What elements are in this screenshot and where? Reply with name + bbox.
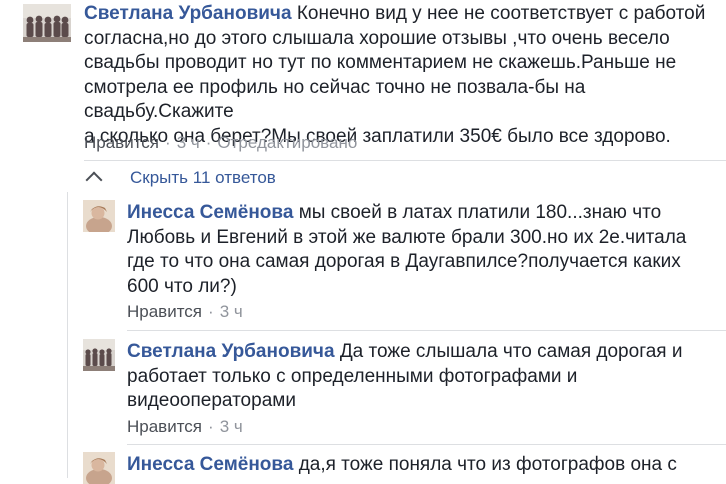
avatar-photo <box>83 452 115 484</box>
avatar[interactable] <box>83 200 115 232</box>
comment-meta: Нравится · 3 ч · Отредактировано <box>84 133 357 153</box>
reply-line: да,я тоже поняла что из фотографов она с <box>298 454 677 475</box>
avatar[interactable] <box>23 4 71 42</box>
comment-line: смотрела ее профиль но сейчас точно не п… <box>84 76 586 123</box>
avatar-photo <box>83 200 115 232</box>
divider <box>127 330 726 331</box>
comment-author[interactable]: Светлана Урбановича <box>84 3 292 24</box>
hide-replies-label: Скрыть 11 ответов <box>130 168 276 187</box>
separator-dot: · <box>165 133 171 152</box>
reply-thread-line <box>67 192 68 478</box>
reply-text: Светлана Урбановича Да тоже слышала что … <box>127 340 722 414</box>
comment-line: свадьбы проводит но тут по комментарием … <box>84 52 677 73</box>
reply-text: Инесса Семёнова мы своей в латах платили… <box>127 201 722 299</box>
avatar-photo <box>23 4 71 42</box>
avatar-photo <box>83 339 115 371</box>
reply-line: мы своей в латах платили 180...знаю что <box>298 202 662 223</box>
hide-replies-button[interactable]: Скрыть 11 ответов <box>85 168 276 190</box>
comment-line: Конечно вид у нее не соответствует с раб… <box>296 3 706 24</box>
reply-line: Да тоже слышала что самая дорогая и <box>339 341 683 362</box>
reply-line: 600 что ли?) <box>127 275 237 297</box>
avatar[interactable] <box>83 339 115 371</box>
reply-meta: Нравится · 3 ч <box>127 417 243 437</box>
reply-line: работает только с определенными фотограф… <box>127 365 578 387</box>
reply-author[interactable]: Инесса Семёнова <box>127 202 293 223</box>
timestamp-link[interactable]: 3 ч <box>177 133 200 152</box>
reply-line: видеооператорами <box>127 390 296 411</box>
timestamp-link[interactable]: 3 ч <box>220 417 243 436</box>
reply-author[interactable]: Светлана Урбановича <box>127 341 335 362</box>
reply-line: Любовь и Евгений в этой же валюте брали … <box>127 226 687 248</box>
reply-meta: Нравится · 3 ч <box>127 302 243 322</box>
comment-line: согласна,но до этого слышала хорошие отз… <box>84 27 670 49</box>
chevron-up-icon <box>85 171 103 189</box>
like-link[interactable]: Нравится <box>127 417 202 436</box>
separator-dot: · <box>208 417 214 436</box>
like-link[interactable]: Нравится <box>127 302 202 321</box>
reply-author[interactable]: Инесса Семёнова <box>127 454 293 475</box>
reply-text: Инесса Семёнова да,я тоже поняла что из … <box>127 453 722 478</box>
like-link[interactable]: Нравится <box>84 133 159 152</box>
separator-dot: · <box>205 133 212 152</box>
separator-dot: · <box>208 302 214 321</box>
avatar[interactable] <box>83 452 115 484</box>
divider <box>84 160 726 161</box>
edited-link[interactable]: Отредактировано <box>217 133 357 152</box>
reply-line: где то что она самая дорогая в Даугавпил… <box>127 251 681 272</box>
timestamp-link[interactable]: 3 ч <box>220 302 243 321</box>
comment-text: Светлана Урбановича Конечно вид у нее не… <box>84 2 724 149</box>
divider <box>127 444 726 445</box>
